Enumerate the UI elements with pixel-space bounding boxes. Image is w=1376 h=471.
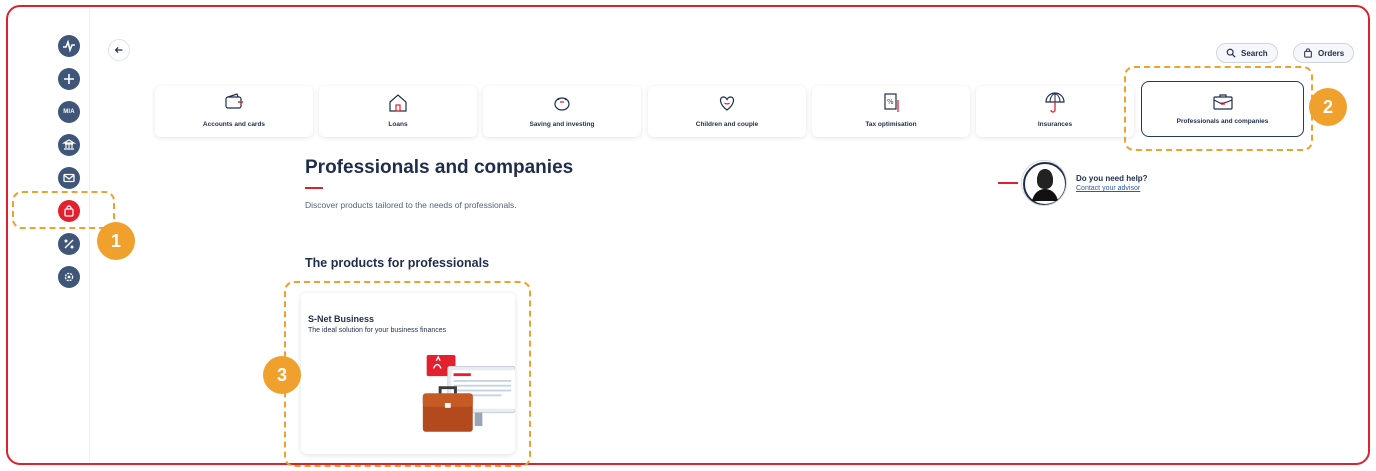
title-underline (305, 187, 323, 189)
back-button[interactable] (108, 39, 130, 61)
search-icon (1226, 48, 1236, 58)
annotation-highlight-3 (284, 281, 531, 467)
category-insurances[interactable]: Insurances (976, 86, 1134, 137)
bank-icon[interactable] (58, 134, 80, 156)
mia-icon[interactable]: MIA (58, 101, 80, 123)
annotation-badge-2: 2 (1309, 88, 1347, 126)
house-icon (389, 94, 407, 112)
orders-label: Orders (1318, 48, 1345, 58)
help-title: Do you need help? (1076, 174, 1148, 183)
percent-icon[interactable] (58, 233, 80, 255)
category-label: Insurances (1037, 121, 1073, 128)
shopping-bag-icon (1304, 48, 1312, 58)
help-divider (998, 182, 1018, 184)
page-title: Professionals and companies (305, 157, 574, 178)
orders-button[interactable]: Orders (1293, 43, 1355, 63)
gear-icon[interactable] (58, 266, 80, 288)
annotation-badge-1: 1 (97, 222, 135, 260)
search-button[interactable]: Search (1216, 43, 1278, 63)
category-label: Accounts and cards (202, 121, 266, 128)
sidebar: MIA (8, 7, 90, 463)
wallet-icon (225, 93, 243, 109)
plus-icon[interactable] (58, 68, 80, 90)
category-label: Saving and investing (529, 121, 595, 128)
svg-text:%: % (887, 98, 894, 106)
category-tax-optimisation[interactable]: % Tax optimisation (812, 86, 970, 137)
annotation-badge-3: 3 (263, 356, 301, 394)
advisor-silhouette-icon (1023, 162, 1066, 205)
category-label: Loans (388, 121, 408, 128)
category-label: Tax optimisation (865, 121, 917, 128)
advisor-avatar (1021, 160, 1067, 206)
activity-icon[interactable] (58, 35, 80, 57)
search-label: Search (1241, 48, 1268, 58)
tax-document-icon: % (884, 93, 899, 112)
mia-label: MIA (63, 109, 75, 115)
category-children-and-couple[interactable]: Children and couple (648, 86, 806, 137)
mail-icon[interactable] (58, 167, 80, 189)
category-label: Children and couple (695, 121, 759, 128)
annotation-highlight-2 (1124, 66, 1313, 151)
contact-advisor-link[interactable]: Contact your advisor (1076, 185, 1140, 192)
page-subtitle: Discover products tailored to the needs … (305, 200, 517, 210)
piggy-bank-icon (554, 97, 570, 111)
annotation-highlight-1 (12, 191, 115, 229)
category-saving-and-investing[interactable]: Saving and investing (483, 86, 641, 137)
heart-icon (719, 96, 735, 111)
arrow-left-icon (114, 47, 123, 53)
section-title: The products for professionals (305, 256, 490, 270)
umbrella-icon (1045, 92, 1065, 113)
category-loans[interactable]: Loans (319, 86, 477, 137)
category-accounts-and-cards[interactable]: Accounts and cards (155, 86, 313, 137)
